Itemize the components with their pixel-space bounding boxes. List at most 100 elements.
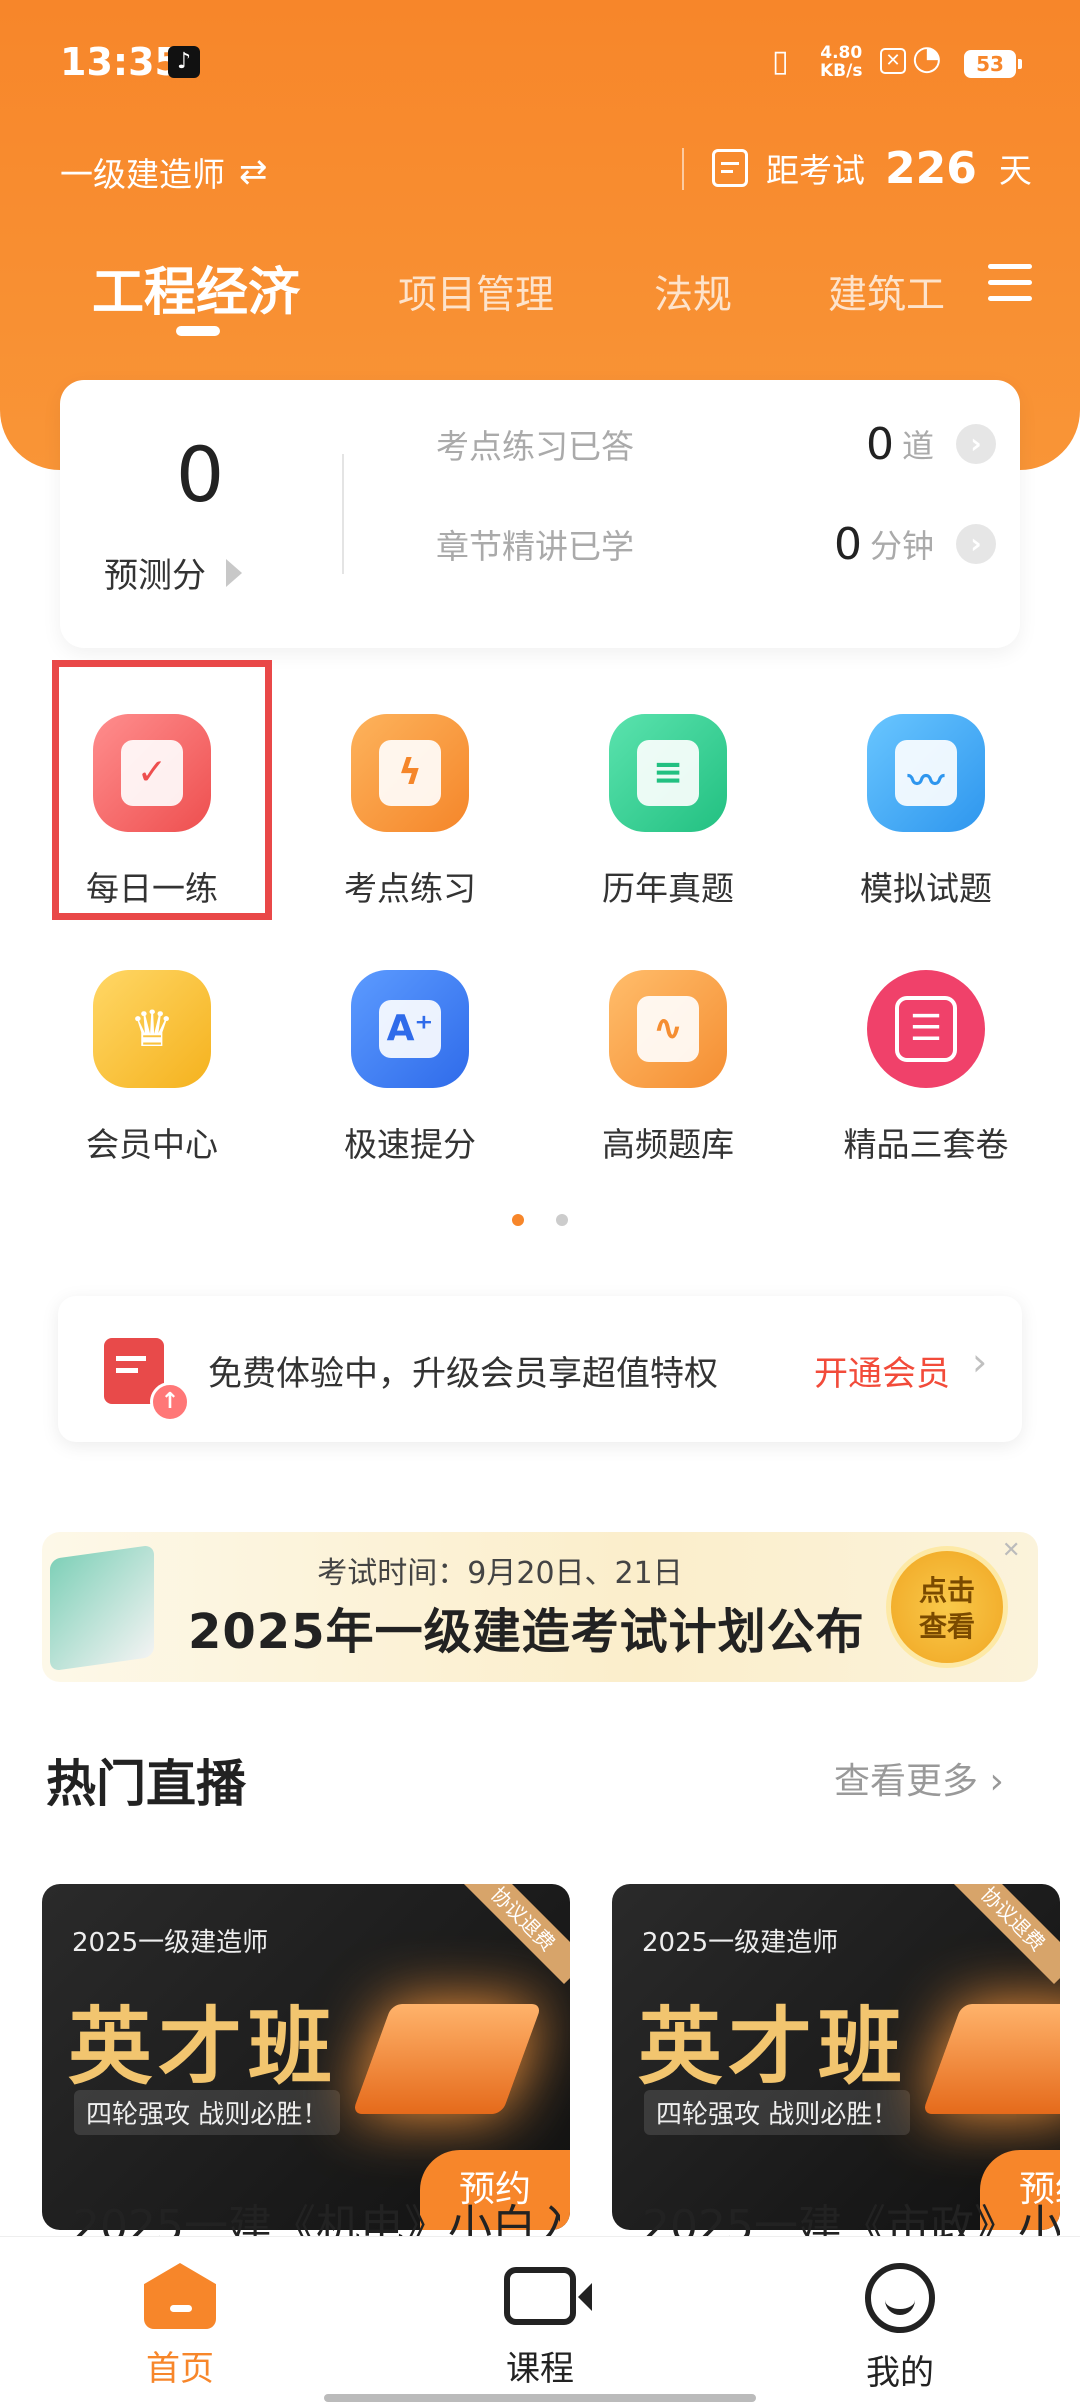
ai-board-icon: A⁺	[351, 970, 469, 1088]
page-indicator	[512, 1214, 568, 1226]
stat-label: 章节精讲已学	[436, 527, 634, 566]
live-card-motto: 四轮强攻 战则必胜！	[74, 2090, 341, 2135]
status-bar: 13:35 ♪ ▯ 4.80 KB/s ✕ ◔ 53	[0, 0, 1080, 130]
see-more-label: 查看更多	[834, 1761, 979, 1802]
x-badge-icon: ✕	[880, 48, 906, 74]
exam-plan-banner[interactable]: 考试时间：9月20日、21日 2025年一级建造考试计划公布 点击 查看 ✕	[42, 1532, 1038, 1682]
tab-regulations[interactable]: 法规	[654, 264, 732, 320]
see-more-link[interactable]: 查看更多 ›	[834, 1752, 1004, 1804]
stat-unit: 分钟	[869, 527, 934, 565]
paper-doc-icon: ≡	[609, 714, 727, 832]
chevron-right-icon: ›	[972, 1340, 988, 1384]
section-title-live: 热门直播	[46, 1755, 246, 1813]
status-time: 13:35	[60, 40, 181, 84]
live-card-motto: 四轮强攻 战则必胜！	[644, 2090, 911, 2135]
grid-label: 会员中心	[86, 1125, 218, 1164]
grid-item-fast-score[interactable]: A⁺ 极速提分	[290, 970, 530, 1166]
subject-tabs: 工程经济 项目管理 法规 建筑工	[0, 240, 1080, 350]
live-card-tag: 2025一级建造师	[642, 1928, 839, 1958]
chevron-right-icon: ›	[956, 424, 996, 464]
stat-label: 考点练习已答	[436, 427, 634, 466]
vip-promo-bar[interactable]: ↑ 免费体验中，升级会员享超值特权 开通会员 ›	[58, 1296, 1022, 1442]
nav-home[interactable]: 首页	[80, 2263, 280, 2390]
grid-label: 高频题库	[602, 1125, 734, 1164]
chart-board-icon: 〰	[867, 714, 985, 832]
highlight-box	[52, 660, 272, 920]
banner-view-button[interactable]: 点击 查看	[886, 1546, 1008, 1668]
net-speed: 4.80 KB/s	[820, 43, 863, 81]
crown-icon: ♛	[93, 970, 211, 1088]
stat-value: 0	[865, 418, 894, 470]
nav-label: 我的	[866, 2353, 934, 2393]
video-camera-icon	[504, 2267, 592, 2325]
refund-ribbon: 协议退费	[947, 1884, 1060, 1985]
exam-label: 距考试	[766, 151, 865, 190]
grid-item-three-sets[interactable]: ☰ 精品三套卷	[806, 970, 1046, 1166]
grid-item-member-center[interactable]: ♛ 会员中心	[32, 970, 272, 1166]
stat-row-lectures[interactable]: 章节精讲已学 0 分钟 ›	[436, 514, 996, 574]
lightning-doc-icon: ϟ	[351, 714, 469, 832]
score-label: 预测分	[104, 556, 206, 596]
app-screen: 13:35 ♪ ▯ 4.80 KB/s ✕ ◔ 53 一级建造师 ⇄ 距考试 2…	[0, 0, 1080, 2408]
stats-card: 0 预测分 考点练习已答 0 道 › 章节精讲已学 0 分钟 ›	[60, 380, 1020, 648]
stat-row-practice[interactable]: 考点练习已答 0 道 ›	[436, 414, 996, 474]
banner-title: 2025年一级建造考试计划公布	[188, 1604, 865, 1660]
page-dot-active	[512, 1214, 524, 1226]
grid-label: 精品三套卷	[843, 1125, 1009, 1164]
header-divider	[682, 148, 684, 190]
grid-label: 历年真题	[602, 869, 734, 908]
grid-item-mock-exams[interactable]: 〰 模拟试题	[806, 714, 1046, 910]
calendar-icon	[712, 149, 748, 187]
live-card[interactable]: 2025一级建造师 英才班 四轮强攻 战则必胜！ 协议退费 预约	[42, 1884, 570, 2230]
menu-icon[interactable]	[988, 264, 1032, 302]
chip-illustration	[921, 2004, 1060, 2114]
stats-divider	[342, 454, 344, 574]
stat-unit: 道	[901, 427, 934, 465]
nav-courses[interactable]: 课程	[440, 2263, 640, 2390]
grid-item-frequent-bank[interactable]: ∿ 高频题库	[548, 970, 788, 1166]
exam-days: 226	[885, 142, 977, 194]
home-icon	[144, 2263, 216, 2329]
grid-label: 极速提分	[344, 1125, 476, 1164]
gesture-bar	[324, 2394, 756, 2402]
live-card-tag: 2025一级建造师	[72, 1928, 269, 1958]
page-dot	[556, 1214, 568, 1226]
vibrate-icon: ▯	[772, 44, 789, 79]
list-doc-icon: ☰	[867, 970, 985, 1088]
open-vip-button[interactable]: 开通会员	[814, 1346, 950, 1395]
vip-promo-text: 免费体验中，升级会员享超值特权	[208, 1354, 718, 1394]
wifi-icon: ◔	[912, 38, 942, 78]
smile-face-icon	[865, 2263, 935, 2333]
exam-unit: 天	[998, 151, 1032, 190]
live-card[interactable]: 2025一级建造师 英才班 四轮强攻 战则必胜！ 协议退费 预约	[612, 1884, 1060, 2230]
cert-switcher[interactable]: 一级建造师 ⇄	[60, 148, 268, 196]
active-tab-indicator	[176, 326, 220, 336]
pulse-scroll-icon: ∿	[609, 970, 727, 1088]
live-card-headline: 英才班	[68, 1998, 339, 2096]
tiktok-icon: ♪	[168, 46, 200, 78]
grid-item-topic-practice[interactable]: ϟ 考点练习	[290, 714, 530, 910]
predicted-score-link[interactable]: 预测分	[104, 548, 242, 597]
refund-ribbon: 协议退费	[457, 1884, 570, 1985]
swap-icon: ⇄	[239, 152, 268, 192]
bottom-nav: 首页 课程 我的	[0, 2236, 1080, 2408]
grid-item-past-exams[interactable]: ≡ 历年真题	[548, 714, 788, 910]
grid-label: 模拟试题	[860, 869, 992, 908]
upgrade-arrow-icon: ↑	[150, 1382, 190, 1422]
grid-label: 考点练习	[344, 869, 476, 908]
battery-indicator: 53	[964, 50, 1022, 78]
nav-profile[interactable]: 我的	[800, 2263, 1000, 2394]
close-icon[interactable]: ✕	[1002, 1538, 1020, 1563]
chevron-right-icon: ›	[956, 524, 996, 564]
predicted-score: 0	[175, 430, 225, 519]
nav-label: 首页	[146, 2349, 214, 2389]
tab-project-management[interactable]: 项目管理	[398, 264, 554, 320]
nav-label: 课程	[506, 2349, 574, 2389]
exam-countdown[interactable]: 距考试 226 天	[712, 140, 1032, 196]
live-card-headline: 英才班	[638, 1998, 909, 2096]
chevron-right-icon: ›	[989, 1761, 1004, 1802]
chip-illustration	[351, 2004, 543, 2114]
tab-construction[interactable]: 建筑工	[828, 264, 945, 320]
caret-right-icon	[226, 558, 242, 587]
tab-engineering-economics[interactable]: 工程经济	[92, 250, 300, 325]
